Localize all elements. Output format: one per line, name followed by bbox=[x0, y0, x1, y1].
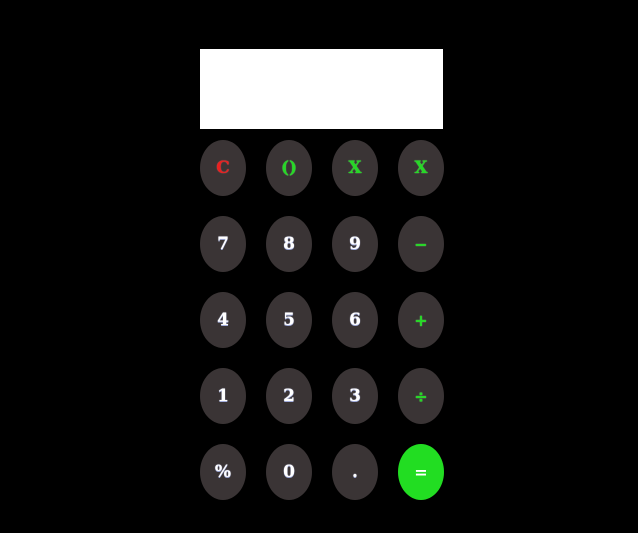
digit-3-label: 3 bbox=[349, 386, 361, 406]
digit-5-button[interactable]: 5 bbox=[266, 292, 312, 348]
digit-8-label: 8 bbox=[283, 234, 295, 254]
minus-button[interactable]: − bbox=[398, 216, 444, 272]
digit-7-label: 7 bbox=[217, 234, 229, 254]
x-label-1: X bbox=[348, 158, 362, 178]
digit-1-button[interactable]: 1 bbox=[200, 368, 246, 424]
digit-8-button[interactable]: 8 bbox=[266, 216, 312, 272]
digit-4-button[interactable]: 4 bbox=[200, 292, 246, 348]
digit-2-label: 2 bbox=[283, 386, 295, 406]
percent-button[interactable]: % bbox=[200, 444, 246, 500]
calculator-display bbox=[200, 49, 443, 129]
keypad: C () X X 7 8 9 − 4 5 6 + 1 2 3 ÷ % 0 . = bbox=[200, 140, 444, 500]
parentheses-label: () bbox=[280, 158, 298, 178]
x-button-2[interactable]: X bbox=[398, 140, 444, 196]
calculator-app: C () X X 7 8 9 − 4 5 6 + 1 2 3 ÷ % 0 . = bbox=[0, 0, 638, 533]
digit-3-button[interactable]: 3 bbox=[332, 368, 378, 424]
digit-9-button[interactable]: 9 bbox=[332, 216, 378, 272]
x-label-2: X bbox=[414, 158, 428, 178]
percent-label: % bbox=[214, 462, 232, 482]
digit-1-label: 1 bbox=[217, 386, 229, 406]
decimal-button[interactable]: . bbox=[332, 444, 378, 500]
equals-label: = bbox=[414, 462, 428, 482]
digit-0-button[interactable]: 0 bbox=[266, 444, 312, 500]
divide-label: ÷ bbox=[414, 386, 428, 406]
equals-button[interactable]: = bbox=[398, 444, 444, 500]
digit-7-button[interactable]: 7 bbox=[200, 216, 246, 272]
parentheses-button[interactable]: () bbox=[266, 140, 312, 196]
plus-button[interactable]: + bbox=[398, 292, 444, 348]
minus-label: − bbox=[414, 234, 428, 254]
digit-6-label: 6 bbox=[349, 310, 361, 330]
x-button-1[interactable]: X bbox=[332, 140, 378, 196]
clear-button[interactable]: C bbox=[200, 140, 246, 196]
digit-4-label: 4 bbox=[217, 310, 229, 330]
digit-9-label: 9 bbox=[349, 234, 361, 254]
digit-6-button[interactable]: 6 bbox=[332, 292, 378, 348]
divide-button[interactable]: ÷ bbox=[398, 368, 444, 424]
clear-label: C bbox=[216, 158, 230, 178]
plus-label: + bbox=[414, 310, 428, 330]
digit-2-button[interactable]: 2 bbox=[266, 368, 312, 424]
decimal-label: . bbox=[352, 462, 358, 482]
digit-0-label: 0 bbox=[283, 462, 295, 482]
digit-5-label: 5 bbox=[283, 310, 295, 330]
